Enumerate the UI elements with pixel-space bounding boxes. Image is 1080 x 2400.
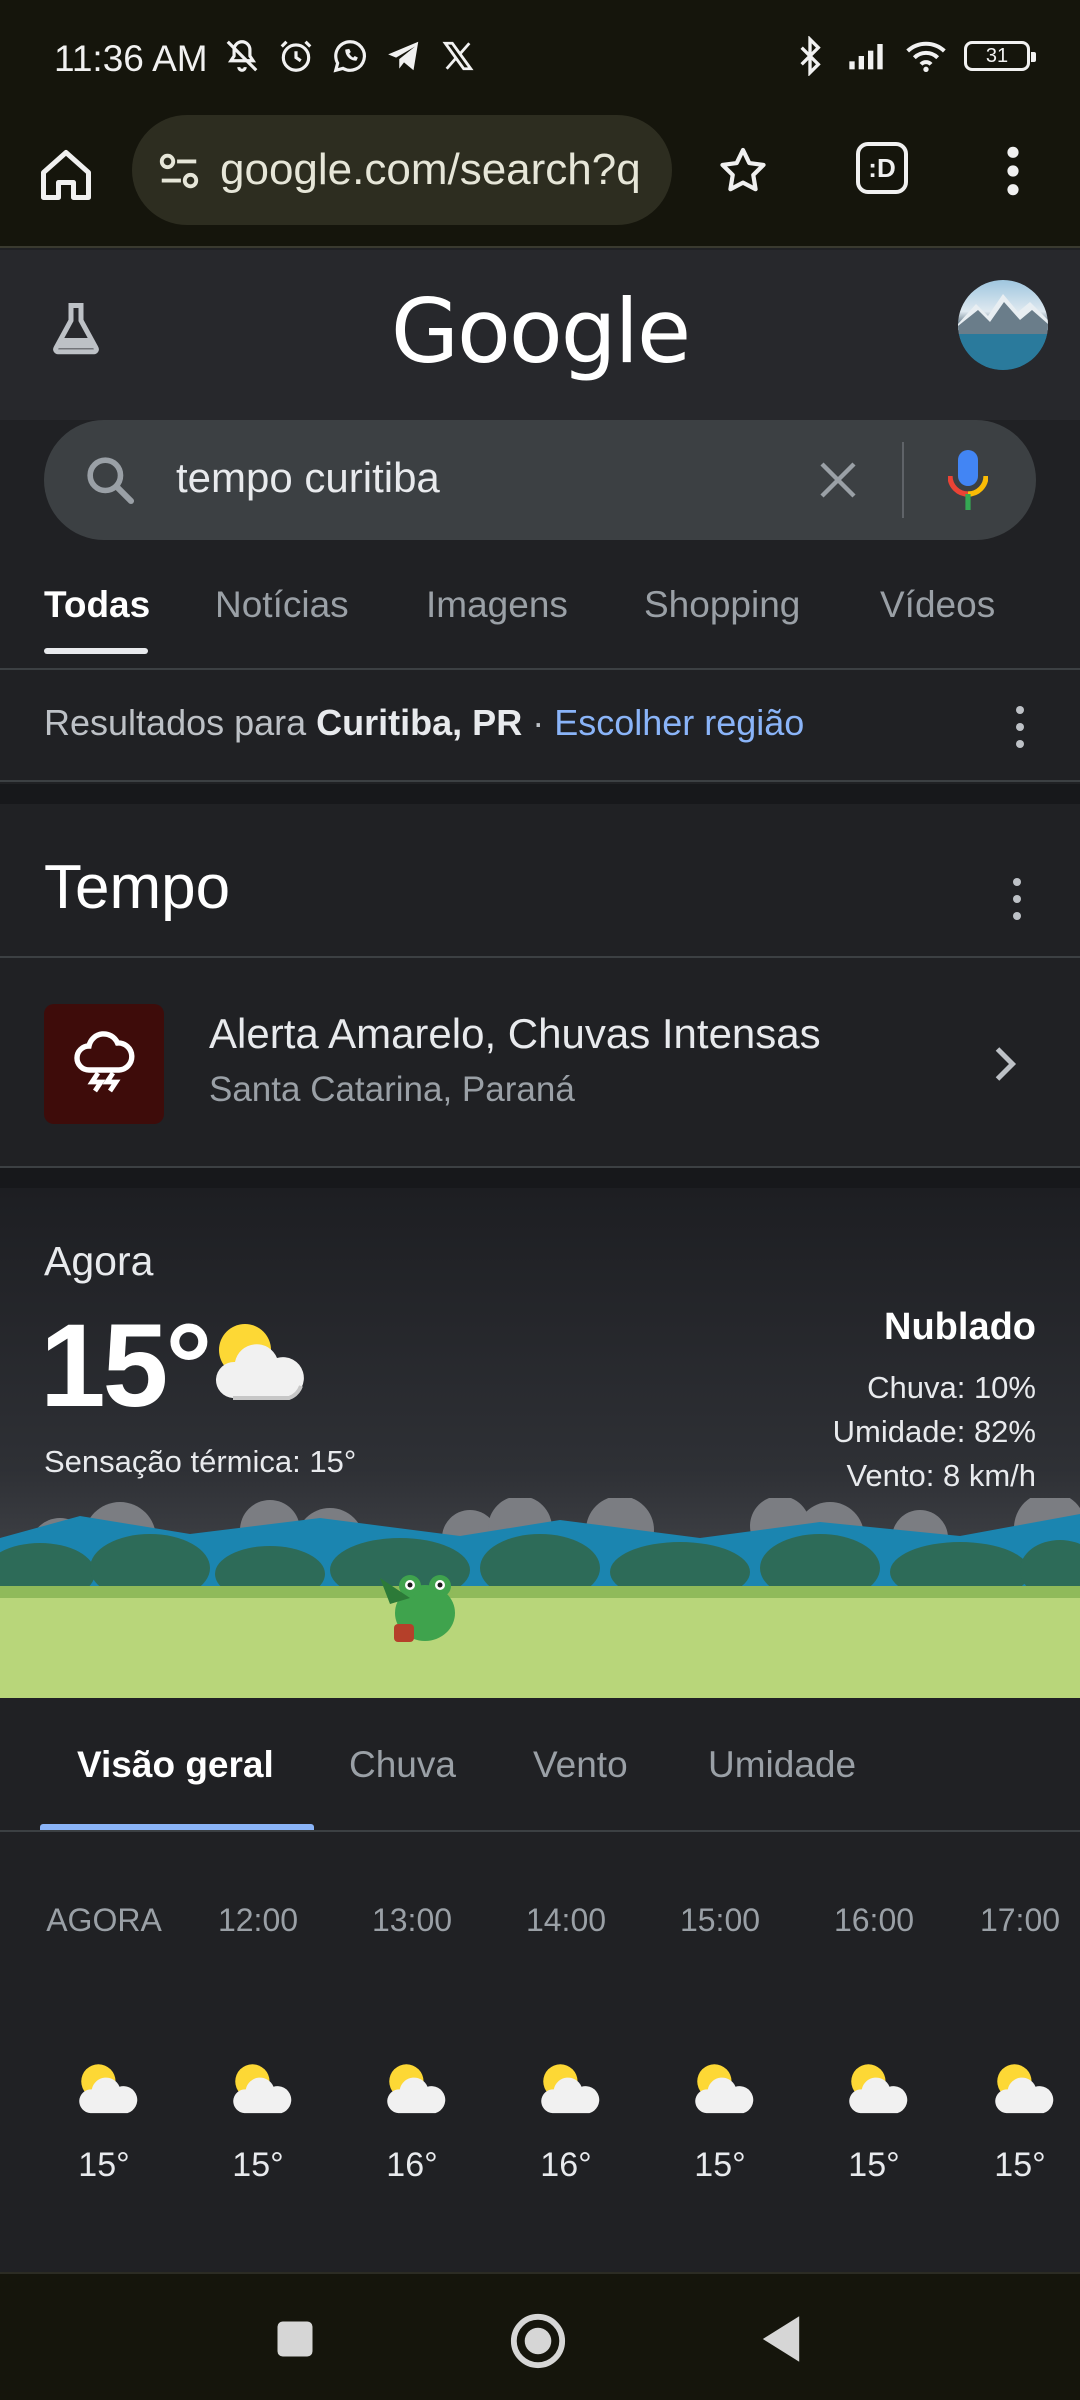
section-gap (0, 784, 1080, 804)
url-bar[interactable]: google.com/search?q (132, 115, 672, 225)
subtab-overview[interactable]: Visão geral (77, 1744, 274, 1786)
bookmark-star-icon[interactable] (715, 143, 771, 199)
weather-more-icon[interactable] (1007, 874, 1027, 924)
search-divider (902, 442, 904, 518)
status-bar: 11:36 AM 31 (0, 0, 1080, 115)
google-logo[interactable]: Google (0, 280, 1080, 383)
status-time: 11:36 AM (54, 38, 208, 79)
storm-alert-icon (44, 1004, 164, 1124)
region-separator: · (522, 702, 555, 743)
results-region-bar: Resultados para Curitiba, PR · Escolher … (0, 672, 1080, 782)
weather-title: Tempo (44, 853, 231, 922)
bluetooth-icon (790, 36, 830, 76)
partly-cloudy-icon (541, 2064, 600, 2114)
home-nav-icon[interactable] (509, 2312, 567, 2370)
tab-noticias[interactable]: Notícias (215, 584, 349, 626)
partly-cloudy-icon (995, 2064, 1054, 2114)
search-input[interactable]: tempo curitiba (176, 454, 440, 502)
active-subtab-indicator (40, 1824, 314, 1830)
clear-search-icon[interactable] (814, 456, 862, 504)
system-nav-bar (0, 2272, 1080, 2400)
feels-like: Sensação térmica: 15° (44, 1444, 357, 1479)
partly-cloudy-icon (695, 2064, 754, 2114)
active-tab-indicator (44, 648, 148, 654)
wind: Vento: 8 km/h (846, 1458, 1036, 1493)
weather-alert[interactable]: Alerta Amarelo, Chuvas Intensas Santa Ca… (0, 958, 1080, 1168)
humidity: Umidade: 82% (832, 1414, 1036, 1449)
subtab-rain[interactable]: Chuva (349, 1744, 456, 1786)
region-location: Curitiba, PR (316, 702, 523, 743)
search-box[interactable]: tempo curitiba (44, 420, 1036, 540)
x-icon (438, 36, 478, 76)
mute-icon (222, 36, 262, 76)
weather-subtabs: Visão geral Chuva Vento Umidade (0, 1698, 1080, 1832)
site-settings-icon[interactable] (156, 148, 202, 194)
hour-time: 12:00 (217, 1902, 299, 1938)
current-weather-panel: Agora 15° Sensação térmica: 15° Nublado … (0, 1188, 1080, 1698)
rain-chance: Chuva: 10% (867, 1370, 1036, 1405)
wifi-icon (906, 36, 946, 76)
hour-temp: 15° (232, 2146, 284, 2184)
search-icon (82, 452, 138, 508)
alert-subtitle: Santa Catarina, Paraná (209, 1070, 575, 1109)
partly-cloudy-icon (205, 1318, 305, 1408)
subtab-humidity[interactable]: Umidade (708, 1744, 856, 1786)
search-tabs: Todas Notícias Imagens Shopping Vídeos (0, 572, 1080, 670)
telegram-icon (384, 36, 424, 76)
region-more-icon[interactable] (1010, 702, 1030, 752)
current-temperature: 15° (40, 1300, 212, 1432)
subtab-wind[interactable]: Vento (533, 1744, 628, 1786)
hour-temp: 15° (848, 2146, 900, 2184)
back-icon[interactable] (758, 2314, 804, 2364)
tab-shopping[interactable]: Shopping (644, 584, 800, 626)
partly-cloudy-icon (233, 2064, 292, 2114)
partly-cloudy-icon (79, 2064, 138, 2114)
weather-card-header: Tempo (0, 804, 1080, 958)
hour-temp: 15° (994, 2146, 1046, 2184)
hour-temp: 15° (694, 2146, 746, 2184)
whatsapp-icon (330, 36, 370, 76)
now-label: Agora (44, 1238, 154, 1284)
browser-menu-icon[interactable] (995, 143, 1031, 199)
hour-time: 14:00 (525, 1902, 607, 1938)
region-prefix: Resultados para (44, 702, 317, 743)
hour-time: AGORA (46, 1902, 162, 1938)
notification-icons (222, 36, 478, 76)
choose-region-link[interactable]: Escolher região (554, 702, 804, 743)
weather-condition: Nublado (884, 1306, 1036, 1348)
hourly-forecast: AGORA 15° 12:00 15° 13:00 16° 14:00 16° … (0, 1834, 1080, 2272)
hour-time: 16:00 (833, 1902, 915, 1938)
section-gap (0, 1168, 1080, 1188)
alarm-icon (276, 36, 316, 76)
google-header: Google (0, 250, 1080, 420)
tab-imagens[interactable]: Imagens (426, 584, 568, 626)
hour-time: 15:00 (679, 1902, 761, 1938)
url-text[interactable]: google.com/search?q (220, 145, 660, 195)
hour-time: 13:00 (371, 1902, 453, 1938)
signal-icon (848, 36, 888, 76)
partly-cloudy-icon (849, 2064, 908, 2114)
region-text: Resultados para Curitiba, PR · Escolher … (44, 702, 804, 744)
battery-icon: 31 (964, 41, 1036, 71)
partly-cloudy-icon (387, 2064, 446, 2114)
home-icon[interactable] (36, 145, 96, 205)
system-icons: 31 (790, 36, 1036, 76)
alert-title: Alerta Amarelo, Chuvas Intensas (209, 1010, 821, 1057)
browser-toolbar: google.com/search?q :D (0, 115, 1080, 248)
weather-scene-illustration (0, 1498, 1080, 1698)
tab-videos[interactable]: Vídeos (880, 584, 995, 626)
tab-switcher-button[interactable]: :D (856, 142, 908, 194)
tab-todas[interactable]: Todas (44, 584, 150, 626)
hour-temp: 16° (540, 2146, 592, 2184)
hour-temp: 16° (386, 2146, 438, 2184)
account-avatar[interactable] (958, 280, 1048, 370)
hour-time: 17:00 (979, 1902, 1061, 1938)
chevron-right-icon (990, 1044, 1020, 1084)
recents-icon[interactable] (274, 2318, 316, 2360)
voice-search-mic-icon[interactable] (947, 448, 989, 512)
hour-temp: 15° (78, 2146, 130, 2184)
